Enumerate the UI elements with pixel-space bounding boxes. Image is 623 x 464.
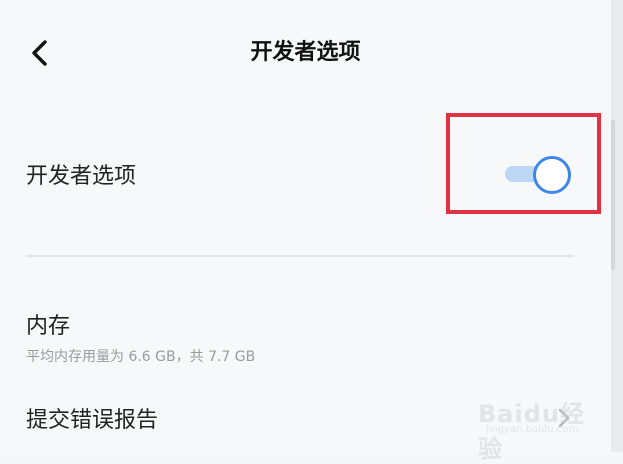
memory-usage-text: 平均内存用量为 6.6 GB，共 7.7 GB	[26, 349, 256, 365]
page-title: 开发者选项	[250, 40, 361, 65]
developer-options-toggle[interactable]	[503, 154, 571, 194]
watermark-subtext: jingyan.baidu.com	[486, 424, 579, 435]
memory-row: 内存 平均内存用量为 6.6 GB，共 7.7 GB	[0, 300, 611, 370]
developer-options-row[interactable]: 开发者选项	[0, 113, 611, 216]
watermark-logo: Baidu经验 jingyan.baidu.com	[476, 384, 596, 463]
scrollbar[interactable]	[611, 120, 615, 270]
bug-report-title: 提交错误报告	[26, 408, 159, 433]
settings-screen: 开发者选项 开发者选项 内存 平均内存用量为 6.6 GB，共 7.7 GB 提…	[0, 0, 611, 463]
memory-title: 内存	[26, 314, 71, 339]
developer-options-label: 开发者选项	[26, 164, 137, 189]
divider	[26, 255, 574, 257]
header: 开发者选项	[0, 20, 611, 90]
toggle-knob	[533, 156, 571, 194]
